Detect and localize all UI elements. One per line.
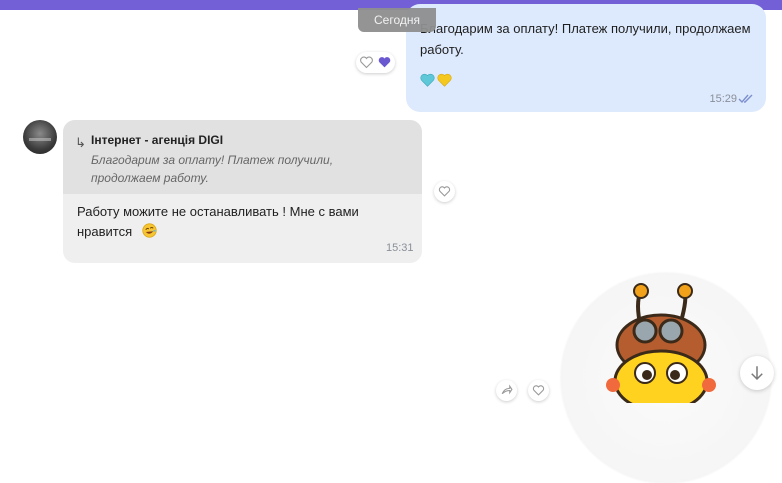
incoming-message-content: Работу можите не останавливать ! Мне с в… <box>77 202 397 242</box>
scroll-down-button[interactable] <box>740 356 774 390</box>
avatar[interactable] <box>23 120 57 154</box>
incoming-message-bubble[interactable]: ↳ Інтернет - агенція DIGI Благодарим за … <box>63 120 422 263</box>
purple-heart-icon <box>378 57 391 68</box>
heart-outline-icon[interactable] <box>359 55 374 70</box>
date-separator: Сегодня <box>358 8 436 32</box>
incoming-message-time: 15:31 <box>386 242 414 254</box>
outgoing-message-time: 15:29 <box>709 93 737 105</box>
arrow-down-icon <box>751 366 763 381</box>
quote-text: Благодарим за оплату! Платеж получили, п… <box>91 153 334 185</box>
outgoing-reaction-pill[interactable] <box>356 52 395 73</box>
reply-arrow-icon: ↳ <box>75 135 86 150</box>
rofl-emoji-icon <box>142 223 157 238</box>
yellow-heart-icon <box>437 73 452 87</box>
double-check-icon <box>738 94 753 104</box>
reply-quote[interactable]: ↳ Інтернет - агенція DIGI Благодарим за … <box>63 120 422 194</box>
outgoing-emoji-row <box>420 73 452 87</box>
outgoing-message-bubble[interactable]: Благодарим за оплату! Платеж получили, п… <box>406 4 766 112</box>
incoming-reaction-button[interactable] <box>434 181 455 202</box>
bee-pilot-sticker-icon <box>606 283 716 403</box>
outgoing-message-text: Благодарим за оплату! Платеж получили, п… <box>420 21 751 57</box>
incoming-message-text: Работу можите не останавливать ! Мне с в… <box>77 204 359 239</box>
heart-outline-icon <box>438 186 451 197</box>
light-blue-heart-icon <box>420 73 435 87</box>
sticker-message[interactable] <box>561 273 771 483</box>
quote-author: Інтернет - агенція DIGI <box>91 133 224 147</box>
